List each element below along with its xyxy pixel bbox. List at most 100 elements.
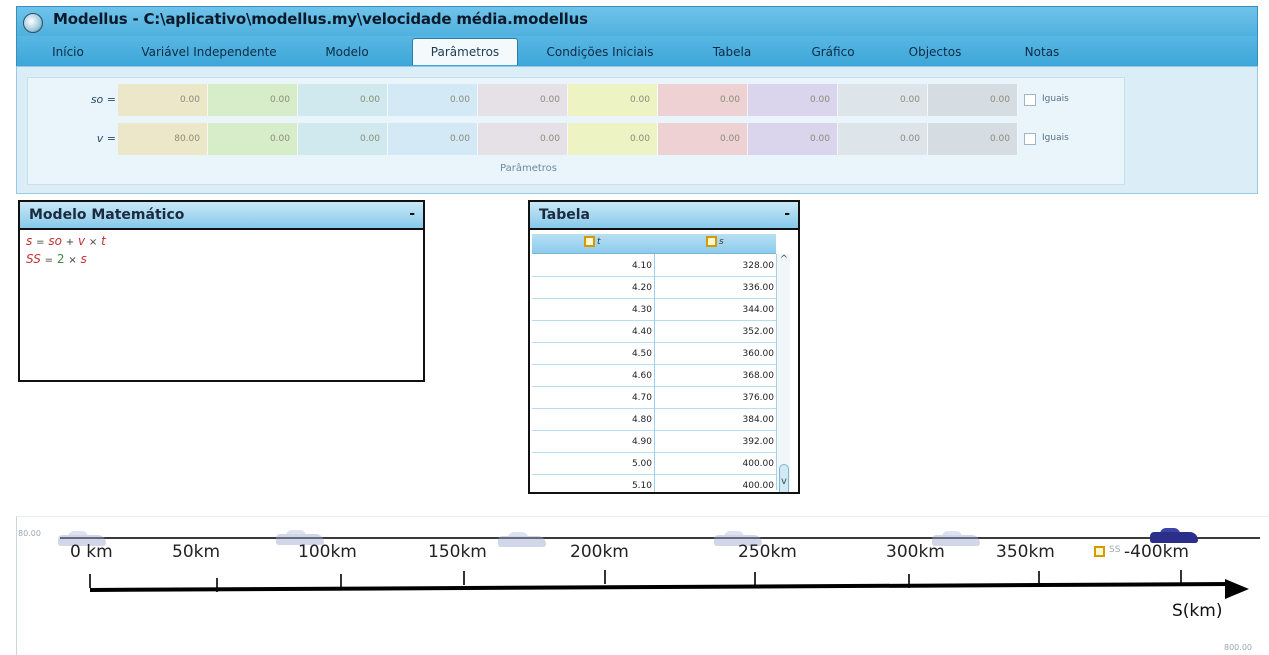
column-label: s [719,236,724,247]
column-label: t [597,236,601,247]
table-cell-t: 4.90 [631,437,652,447]
model-panel-header[interactable]: Modelo Matemático - [20,202,423,230]
model-panel-title: Modelo Matemático [29,207,185,223]
scale-label: 100km [298,542,357,562]
scale-tick [89,574,91,588]
parameter-input[interactable]: 0.00 [748,123,838,155]
column-header-s[interactable]: s [706,236,724,247]
table-cell-t: 4.60 [631,371,652,381]
table-cell-s: 384.00 [742,415,775,425]
scale-tick [604,570,606,584]
table-cell-s: 392.00 [742,437,775,447]
checkbox-icon[interactable] [584,236,595,247]
scale-label: 0 km [70,542,113,562]
table-cell-t: 4.20 [631,283,652,293]
equation-lhs: SS [26,252,41,266]
parameter-input[interactable]: 0.00 [928,123,1018,155]
table-header: t s [532,234,776,254]
parameter-input[interactable]: 0.00 [478,84,568,116]
parameter-input[interactable]: 0.00 [748,84,838,116]
tab-tabela[interactable]: Tabela [702,38,762,65]
scale-label: -400km [1124,542,1189,562]
equation-line[interactable]: SS = 2 × s [26,252,87,266]
table-cell-t: 4.10 [631,261,652,271]
equation-term: t [101,234,106,248]
parameter-input[interactable]: 0.00 [118,84,208,116]
equation-operator: × [68,255,77,266]
scale-label: 300km [886,542,945,562]
parameter-input[interactable]: 0.00 [388,84,478,116]
parameter-input[interactable]: 0.00 [478,123,568,155]
app-logo-icon[interactable] [23,13,43,33]
minimize-button[interactable]: - [784,206,790,222]
parameter-input[interactable]: 0.00 [568,84,658,116]
ribbon-tabs: Início Variável Independente Modelo Parâ… [16,36,1258,66]
tab-parametros[interactable]: Parâmetros [412,38,518,65]
equation-number: 2 [56,252,65,266]
tab-notas[interactable]: Notas [1012,38,1072,65]
scale-line [60,537,1260,539]
table-cell-t: 4.80 [631,415,652,425]
ss-label: SS [1109,545,1121,555]
table-cell-t: 4.70 [631,393,652,403]
parameter-input[interactable]: 0.00 [388,123,478,155]
scale-label: 250km [738,542,797,562]
equation-term: s [80,252,87,266]
table-cell-s: 336.00 [742,283,775,293]
parameter-input[interactable]: 0.00 [838,123,928,155]
model-panel: Modelo Matemático - s = so + v × t SS = … [18,200,425,382]
column-header-t[interactable]: t [584,236,601,247]
tab-condicoes-iniciais[interactable]: Condições Iniciais [535,38,665,65]
tab-grafico[interactable]: Gráfico [803,38,863,65]
tab-modelo[interactable]: Modelo [317,38,377,65]
column-divider [654,254,655,492]
table-cell-t: 4.30 [631,305,652,315]
axis-label: S(km) [1172,601,1223,621]
parameter-input[interactable]: 0.00 [658,84,748,116]
table-cell-s: 368.00 [742,371,775,381]
equation-equals: = [44,255,54,266]
scroll-up-icon[interactable]: ^ [777,254,791,266]
equation-line[interactable]: s = so + v × t [26,234,106,248]
table-cell-t: 4.50 [631,349,652,359]
parameter-input[interactable]: 0.00 [208,84,298,116]
parameter-input[interactable]: 0.00 [928,84,1018,116]
equal-checkbox[interactable] [1024,94,1036,106]
parameter-input[interactable]: 0.00 [568,123,658,155]
table-cell-s: 352.00 [742,327,775,337]
minimize-button[interactable]: - [409,206,415,222]
parameter-row-label: so = [90,93,116,106]
scroll-down-icon[interactable]: v [777,476,791,488]
table-panel-header[interactable]: Tabela - [530,202,798,230]
parameter-input[interactable]: 80.00 [118,123,208,155]
tab-variavel-independente[interactable]: Variável Independente [129,38,289,65]
equal-label: Iguais [1042,133,1069,143]
scale-label: 200km [570,542,629,562]
parameter-input[interactable]: 0.00 [208,123,298,155]
parameter-input[interactable]: 0.00 [298,84,388,116]
equation-term: v [77,234,86,248]
parameter-input[interactable]: 0.00 [658,123,748,155]
table-cell-s: 360.00 [742,349,775,359]
tab-inicio[interactable]: Início [43,38,93,65]
tab-objectos[interactable]: Objectos [900,38,970,65]
arrow-head-icon [1225,579,1249,599]
equal-checkbox[interactable] [1024,133,1036,145]
equation-operator: × [88,237,98,248]
equation-lhs: s [26,234,33,248]
table-cell-s: 344.00 [742,305,775,315]
parameter-input[interactable]: 0.00 [838,84,928,116]
table-cell-t: 4.40 [631,327,652,337]
parameter-input[interactable]: 0.00 [298,123,388,155]
ss-indicator-icon[interactable] [1094,546,1105,557]
window-title: Modellus - C:\aplicativo\modellus.my\vel… [53,10,588,28]
scale-label: 350km [996,542,1055,562]
animation-corner-value: 800.00 [1224,643,1252,652]
table-cell-s: 400.00 [742,481,775,491]
equation-term: so [48,234,62,248]
table-cell-s: 376.00 [742,393,775,403]
table-scrollbar[interactable]: ^ v [776,254,791,492]
table-cell-s: 328.00 [742,261,775,271]
table-panel-title: Tabela [539,207,590,223]
checkbox-icon[interactable] [706,236,717,247]
